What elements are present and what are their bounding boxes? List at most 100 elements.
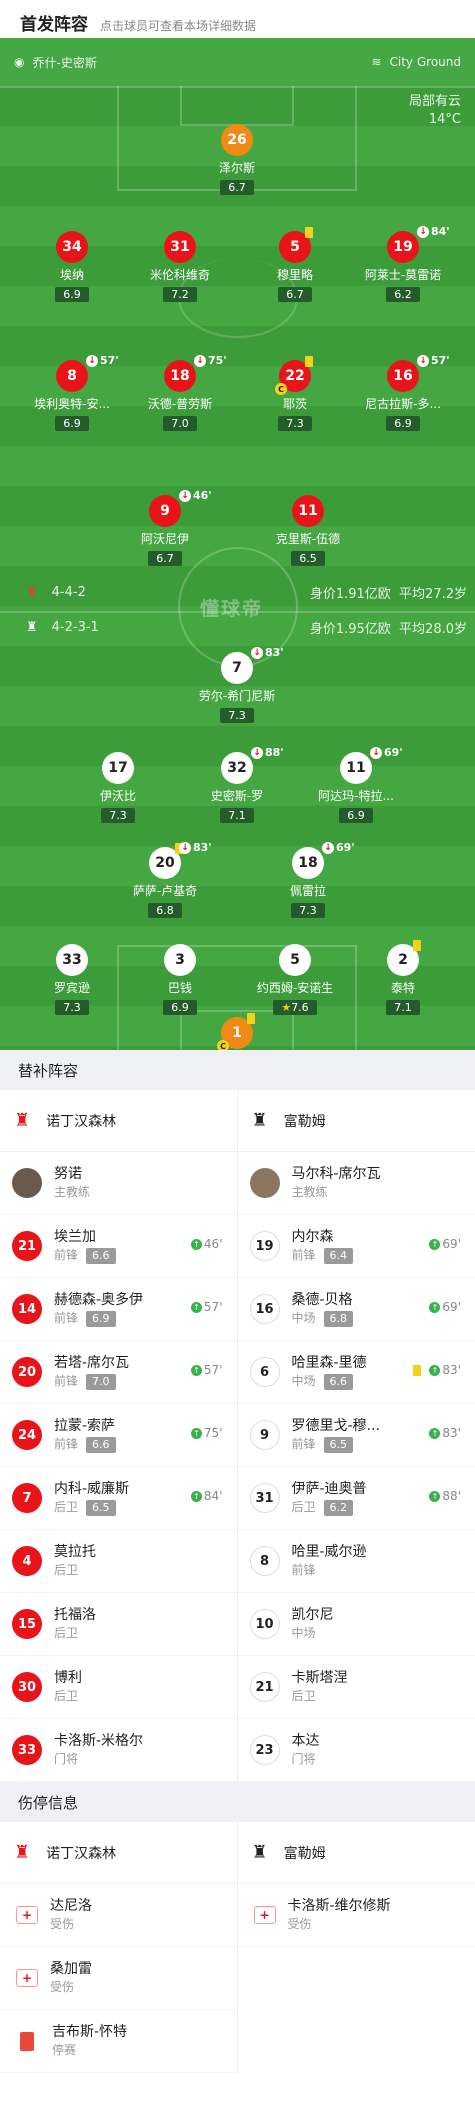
sub-in-badge: ↑ 69': [429, 1300, 461, 1314]
sub-position: 中场: [291, 1626, 316, 1640]
sub-number: 8: [249, 1546, 280, 1576]
player-number: 1: [232, 1025, 242, 1041]
player-rating-value: 7.0: [171, 417, 189, 430]
sub-row[interactable]: 8 哈里-威尔逊 前锋: [237, 1530, 475, 1593]
home-formation: 4-4-2: [51, 585, 86, 600]
sub-position: 门将: [54, 1752, 79, 1766]
yellow-card-icon: [413, 1364, 422, 1376]
sub-name: 哈里-威尔逊: [291, 1544, 367, 1560]
sub-number: 4: [12, 1546, 42, 1576]
player-number: 11: [346, 760, 366, 776]
player-rating-value: 6.9: [171, 1001, 189, 1014]
sub-number: 15: [12, 1609, 42, 1639]
away-player[interactable]: 17 伊沃比 7.3: [63, 752, 173, 823]
sub-row[interactable]: 9 罗德里戈-穆... 前锋 6.5 ↑ 83': [237, 1404, 475, 1467]
away-player[interactable]: 5 约西姆-安诺生 ★7.6: [240, 944, 350, 1015]
injury-status: 停赛: [52, 2043, 77, 2057]
sub-row[interactable]: 19 内尔森 前锋 6.4 ↑ 69': [237, 1215, 475, 1278]
sub-row[interactable]: 24 拉蒙-索萨 前锋 6.6 ↑ 75': [0, 1404, 237, 1467]
player-rating-value: 7.2: [171, 288, 189, 301]
injuries-title: 伤停信息: [0, 1782, 475, 1822]
sub-row[interactable]: 15 托福洛 后卫: [0, 1593, 237, 1656]
sub-row[interactable]: 6 哈里森-里德 中场 6.6 ↑ 83': [237, 1341, 475, 1404]
sub-position: 后卫: [54, 1689, 79, 1703]
sub-row[interactable]: 10 凯尔尼 中场: [237, 1593, 475, 1656]
sub-number: 33: [12, 1735, 42, 1765]
sub-number: 7: [12, 1483, 42, 1513]
away-coach-role: 主教练: [291, 1185, 328, 1199]
injury-row[interactable]: + 达尼洛 受伤: [0, 1884, 237, 1947]
sub-row[interactable]: 14 赫德森-奥多伊 前锋 6.9 ↑ 57': [0, 1278, 237, 1341]
sub-in-minute: 46': [203, 1237, 223, 1251]
player-name: 埃纳: [59, 268, 84, 282]
injury-row[interactable]: + 桑加雷 受伤: [0, 1947, 237, 2010]
sub-row[interactable]: 21 卡斯塔涅 后卫: [237, 1656, 475, 1719]
sub-number: 21: [12, 1231, 42, 1261]
home-player[interactable]: 31 米伦科维奇 7.2: [125, 231, 235, 302]
player-rating: 7.2: [163, 287, 197, 302]
away-player[interactable]: 3 巴钱 6.9: [125, 944, 235, 1015]
away-player[interactable]: 33 罗宾逊 7.3: [17, 944, 127, 1015]
player-number: 3: [175, 952, 185, 968]
sub-position: 门将: [291, 1752, 316, 1766]
away-coach[interactable]: 马尔科-席尔瓦 主教练: [237, 1152, 475, 1215]
sub-row[interactable]: 33 卡洛斯-米格尔 门将: [0, 1719, 237, 1782]
away-player[interactable]: 32 ↓ 88' 史密斯-罗 7.1: [182, 746, 292, 823]
sub-in-minute: 69': [442, 1300, 461, 1314]
home-player[interactable]: 18 ↓ 75' 沃德-普劳斯 7.0: [125, 354, 235, 431]
sub-position: 前锋: [54, 1311, 79, 1325]
jersey-number: 33: [56, 944, 88, 976]
home-club-header[interactable]: ♜ 诺丁汉森林: [0, 1090, 237, 1152]
sub-row[interactable]: 7 内科-威廉斯 后卫 6.5 ↑ 84': [0, 1467, 237, 1530]
sub-position: 前锋: [291, 1563, 316, 1577]
avatar: [12, 1168, 42, 1198]
sub-name: 埃兰加: [54, 1229, 96, 1245]
away-player[interactable]: 11 ↓ 69' 阿达玛-特拉... 6.9: [301, 746, 411, 823]
home-player[interactable]: 9 ↓ 46' 阿沃尼伊 6.7: [110, 489, 220, 566]
home-player[interactable]: 26 泽尔斯 6.7: [182, 124, 292, 195]
jersey-number: 26: [221, 124, 253, 156]
player-number: 7: [232, 660, 242, 676]
home-player[interactable]: 11 克里斯-伍德 6.5: [253, 495, 363, 566]
sub-row[interactable]: 4 莫拉托 后卫: [0, 1530, 237, 1593]
home-player[interactable]: 22 C 耶茨 7.3: [240, 356, 350, 431]
injury-row[interactable]: + 卡洛斯-维尔修斯 受伤: [237, 1884, 475, 1947]
away-club-header[interactable]: ♜ 富勒姆: [237, 1090, 475, 1152]
player-number: 8: [67, 368, 77, 384]
star-icon: ★: [281, 1001, 292, 1014]
sub-row[interactable]: 30 博利 后卫: [0, 1656, 237, 1719]
home-player[interactable]: 16 ↓ 57' 尼古拉斯-多... 6.9: [348, 354, 458, 431]
away-player[interactable]: 20 ↓ 83' 萨萨-卢基奇 6.8: [110, 841, 220, 918]
sub-off-icon: ↓: [86, 354, 98, 367]
jersey-number: 5: [279, 227, 313, 263]
injury-status: 受伤: [50, 1980, 75, 1994]
sub-row[interactable]: 20 若塔-席尔瓦 前锋 7.0 ↑ 57': [0, 1341, 237, 1404]
player-rating: 6.9: [339, 808, 373, 823]
home-player[interactable]: 8 ↓ 57' 埃利奥特-安... 6.9: [17, 354, 127, 431]
home-coach[interactable]: 努诺 主教练: [0, 1152, 237, 1215]
sub-row[interactable]: 31 伊萨-迪奥普 后卫 6.2 ↑ 88': [237, 1467, 475, 1530]
sub-in-badge: ↑ 83': [413, 1363, 461, 1377]
home-player[interactable]: 34 埃纳 6.9: [17, 231, 127, 302]
jersey-number: 11: [292, 495, 324, 527]
sub-row[interactable]: 16 桑德-贝格 中场 6.8 ↑ 69': [237, 1278, 475, 1341]
jersey-number: 3: [164, 944, 196, 976]
sub-position: 后卫: [291, 1500, 316, 1514]
jersey-number: 18 ↓ 75': [164, 354, 227, 392]
away-player[interactable]: 1C莱诺6.9: [182, 1013, 292, 1050]
sub-off-badge: ↓ 57': [86, 354, 119, 367]
player-rating: 6.5: [291, 551, 325, 566]
away-avg-age: 平均28.0岁: [399, 622, 467, 637]
injury-row[interactable]: 吉布斯-怀特 停赛: [0, 2010, 237, 2073]
player-rating: 6.9: [163, 1000, 197, 1015]
sub-row[interactable]: 23 本达 门将: [237, 1719, 475, 1782]
away-player[interactable]: 2 泰特 7.1: [348, 940, 458, 1015]
away-player[interactable]: 18 ↓ 69' 佩雷拉 7.3: [253, 841, 363, 918]
sub-row[interactable]: 21 埃兰加 前锋 6.6 ↑ 46': [0, 1215, 237, 1278]
sub-position: 前锋: [54, 1374, 79, 1388]
away-player[interactable]: 7 ↓ 83' 劳尔-希门尼斯 7.3: [182, 646, 292, 723]
home-player[interactable]: 19 ↓ 84' 阿莱士-莫雷诺 6.2: [348, 225, 458, 302]
home-player[interactable]: 5 穆里略 6.7: [240, 227, 350, 302]
player-rating: 7.3: [291, 903, 325, 918]
sub-name: 桑德-贝格: [291, 1292, 353, 1308]
